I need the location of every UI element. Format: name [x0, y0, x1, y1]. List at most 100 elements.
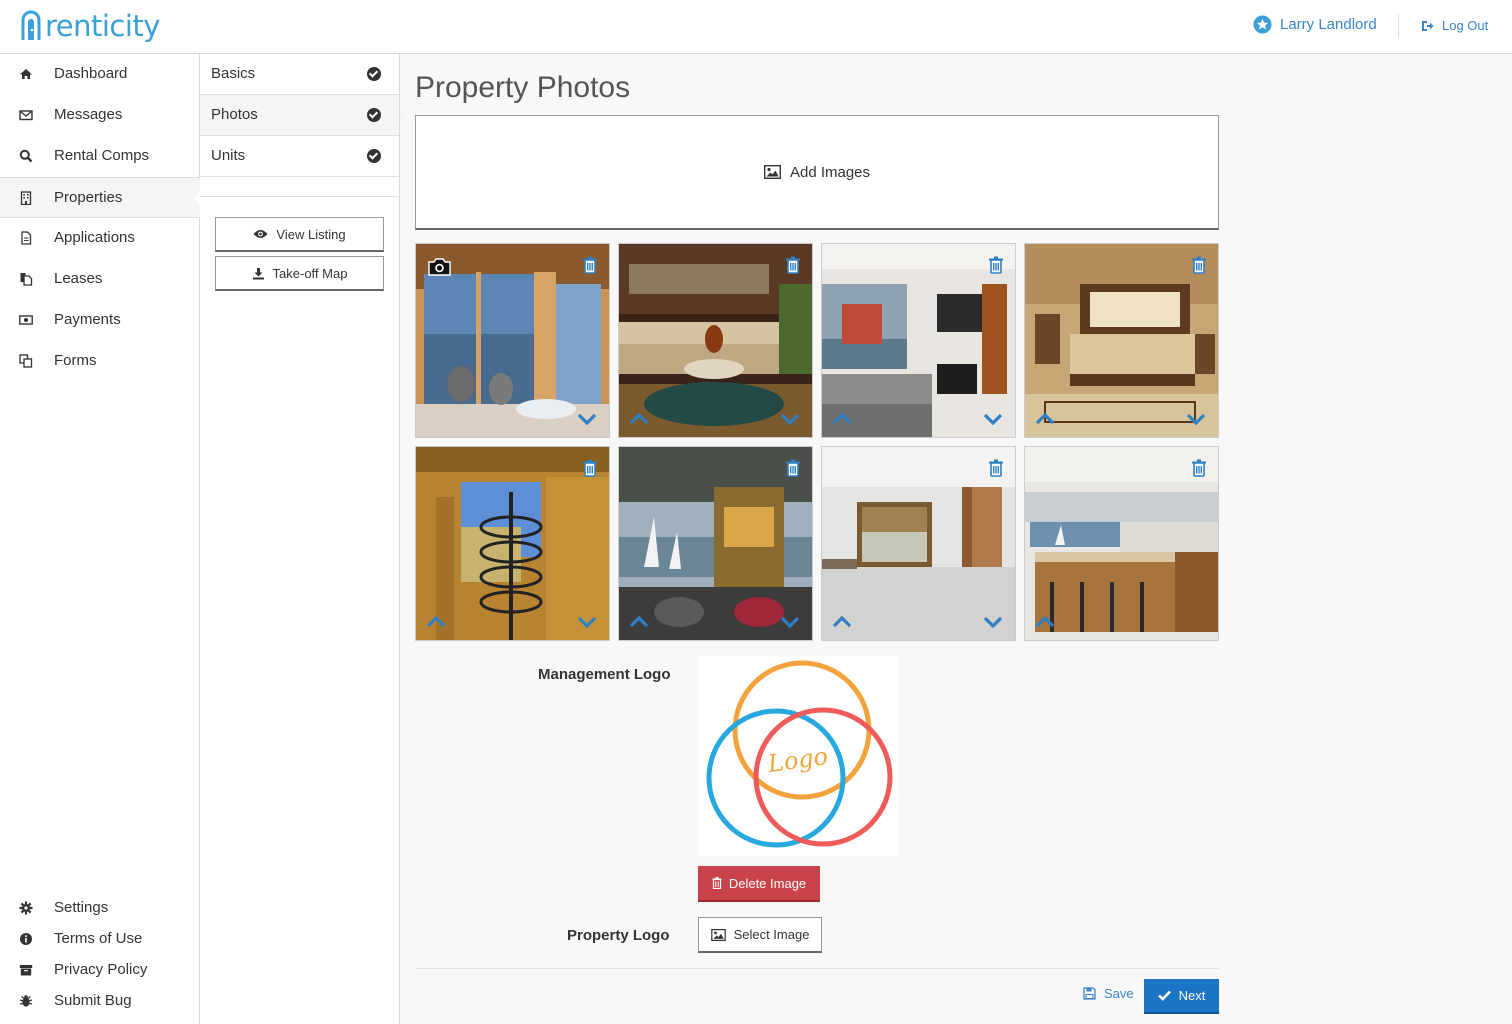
- money-icon: [19, 315, 33, 325]
- property-photo[interactable]: [618, 243, 813, 438]
- info-icon: [20, 933, 32, 945]
- sidebar-item-leases[interactable]: Leases: [0, 259, 200, 300]
- brand-name: renticity: [45, 9, 160, 43]
- home-icon: [20, 69, 32, 79]
- logo-script-text: Logo: [765, 742, 830, 778]
- step-label: Basics: [211, 65, 256, 82]
- chevron-down-icon[interactable]: [780, 616, 800, 628]
- chevron-down-icon[interactable]: [780, 413, 800, 425]
- save-button[interactable]: Save: [1083, 986, 1134, 1001]
- files-icon: [20, 273, 33, 286]
- sidebar-item-label: Properties: [54, 189, 123, 206]
- next-button[interactable]: Next: [1144, 979, 1219, 1014]
- view-listing-button[interactable]: View Listing: [215, 217, 384, 252]
- takeoff-map-button[interactable]: Take-off Map: [215, 256, 384, 291]
- save-label: Save: [1104, 986, 1134, 1001]
- image-icon: [710, 928, 726, 941]
- trash-icon[interactable]: [1191, 256, 1207, 274]
- sidebar-item-label: Privacy Policy: [54, 961, 148, 978]
- chevron-down-icon[interactable]: [577, 616, 597, 628]
- chevron-up-icon[interactable]: [426, 616, 446, 628]
- step-photos[interactable]: Photos: [200, 95, 408, 136]
- property-photo[interactable]: [415, 446, 610, 641]
- photo-image: [822, 244, 1015, 437]
- envelope-icon: [19, 110, 33, 121]
- photo-image: [1025, 244, 1218, 437]
- sidebar-item-label: Forms: [54, 352, 97, 369]
- sidebar-item-label: Applications: [54, 229, 135, 246]
- top-bar: renticity Larry Landlord Log Out: [0, 0, 1512, 54]
- trash-icon[interactable]: [1191, 459, 1207, 477]
- step-label: Units: [211, 147, 246, 164]
- sidebar-item-submit-bug[interactable]: Submit Bug: [0, 981, 200, 1022]
- chevron-down-icon[interactable]: [1186, 413, 1206, 425]
- gear-icon: [19, 901, 33, 915]
- step-units[interactable]: Units: [200, 136, 399, 177]
- camera-icon[interactable]: [428, 257, 451, 276]
- brand-logo[interactable]: renticity: [20, 8, 160, 44]
- copy-icon: [19, 354, 33, 368]
- trash-icon[interactable]: [785, 256, 801, 274]
- main-content: Property Photos Add Images Management Lo…: [401, 55, 1512, 1024]
- archive-icon: [19, 965, 33, 976]
- sidebar-item-label: Submit Bug: [54, 992, 132, 1009]
- sidebar-item-forms[interactable]: Forms: [0, 341, 200, 382]
- next-label: Next: [1178, 988, 1206, 1003]
- chevron-down-icon[interactable]: [577, 413, 597, 425]
- sign-out-icon: [1422, 20, 1434, 31]
- check-circle-icon: [367, 67, 381, 81]
- step-basics[interactable]: Basics: [200, 54, 399, 95]
- eye-icon: [253, 230, 268, 238]
- logout-link[interactable]: Log Out: [1421, 18, 1488, 33]
- delete-image-label: Delete Image: [728, 875, 807, 891]
- logout-label: Log Out: [1442, 18, 1489, 33]
- header-divider: [1398, 14, 1399, 38]
- property-photo[interactable]: [821, 243, 1016, 438]
- sidebar-item-applications[interactable]: Applications: [0, 218, 200, 259]
- sidebar-item-label: Messages: [54, 106, 123, 123]
- sidebar-item-payments[interactable]: Payments: [0, 300, 200, 341]
- trash-icon: [712, 877, 722, 889]
- user-menu[interactable]: Larry Landlord: [1253, 15, 1377, 34]
- delete-image-button[interactable]: Delete Image: [698, 866, 820, 902]
- chevron-up-icon[interactable]: [832, 616, 852, 628]
- trash-icon[interactable]: [988, 256, 1004, 274]
- chevron-up-icon[interactable]: [629, 616, 649, 628]
- sidebar-item-rental-comps[interactable]: Rental Comps: [0, 136, 200, 177]
- subnav-spacer: [200, 177, 399, 197]
- trash-icon[interactable]: [988, 459, 1004, 477]
- property-photo[interactable]: [821, 446, 1016, 641]
- file-icon: [21, 231, 32, 245]
- trash-icon[interactable]: [582, 459, 598, 477]
- sidebar-item-dashboard[interactable]: Dashboard: [0, 54, 200, 95]
- page-title: Property Photos: [415, 71, 631, 104]
- photo-image: [619, 447, 812, 640]
- property-photo[interactable]: [1024, 243, 1219, 438]
- star-circle-icon: [1253, 15, 1272, 34]
- property-photo[interactable]: [415, 243, 610, 438]
- chevron-up-icon[interactable]: [1035, 413, 1055, 425]
- view-listing-label: View Listing: [276, 226, 346, 242]
- takeoff-map-label: Take-off Map: [272, 265, 348, 281]
- building-icon: [20, 191, 32, 205]
- management-logo-image: Logo: [698, 656, 898, 856]
- trash-icon[interactable]: [582, 256, 598, 274]
- chevron-up-icon[interactable]: [629, 413, 649, 425]
- sidebar-item-messages[interactable]: Messages: [0, 95, 200, 136]
- check-circle-icon: [367, 108, 381, 122]
- checkmark-icon: [1157, 990, 1171, 1001]
- property-photo[interactable]: [1024, 446, 1219, 641]
- sidebar-item-properties[interactable]: Properties: [0, 177, 202, 218]
- chevron-down-icon[interactable]: [983, 413, 1003, 425]
- chevron-up-icon[interactable]: [832, 413, 852, 425]
- photo-image: [822, 447, 1015, 640]
- property-photo[interactable]: [618, 446, 813, 641]
- trash-icon[interactable]: [785, 459, 801, 477]
- chevron-up-icon[interactable]: [1035, 616, 1055, 628]
- photo-image: [619, 244, 812, 437]
- chevron-down-icon[interactable]: [983, 616, 1003, 628]
- select-image-button[interactable]: Select Image: [698, 917, 822, 953]
- search-icon: [19, 149, 33, 163]
- add-images-button[interactable]: Add Images: [415, 115, 1219, 230]
- sidebar-item-label: Terms of Use: [54, 930, 143, 947]
